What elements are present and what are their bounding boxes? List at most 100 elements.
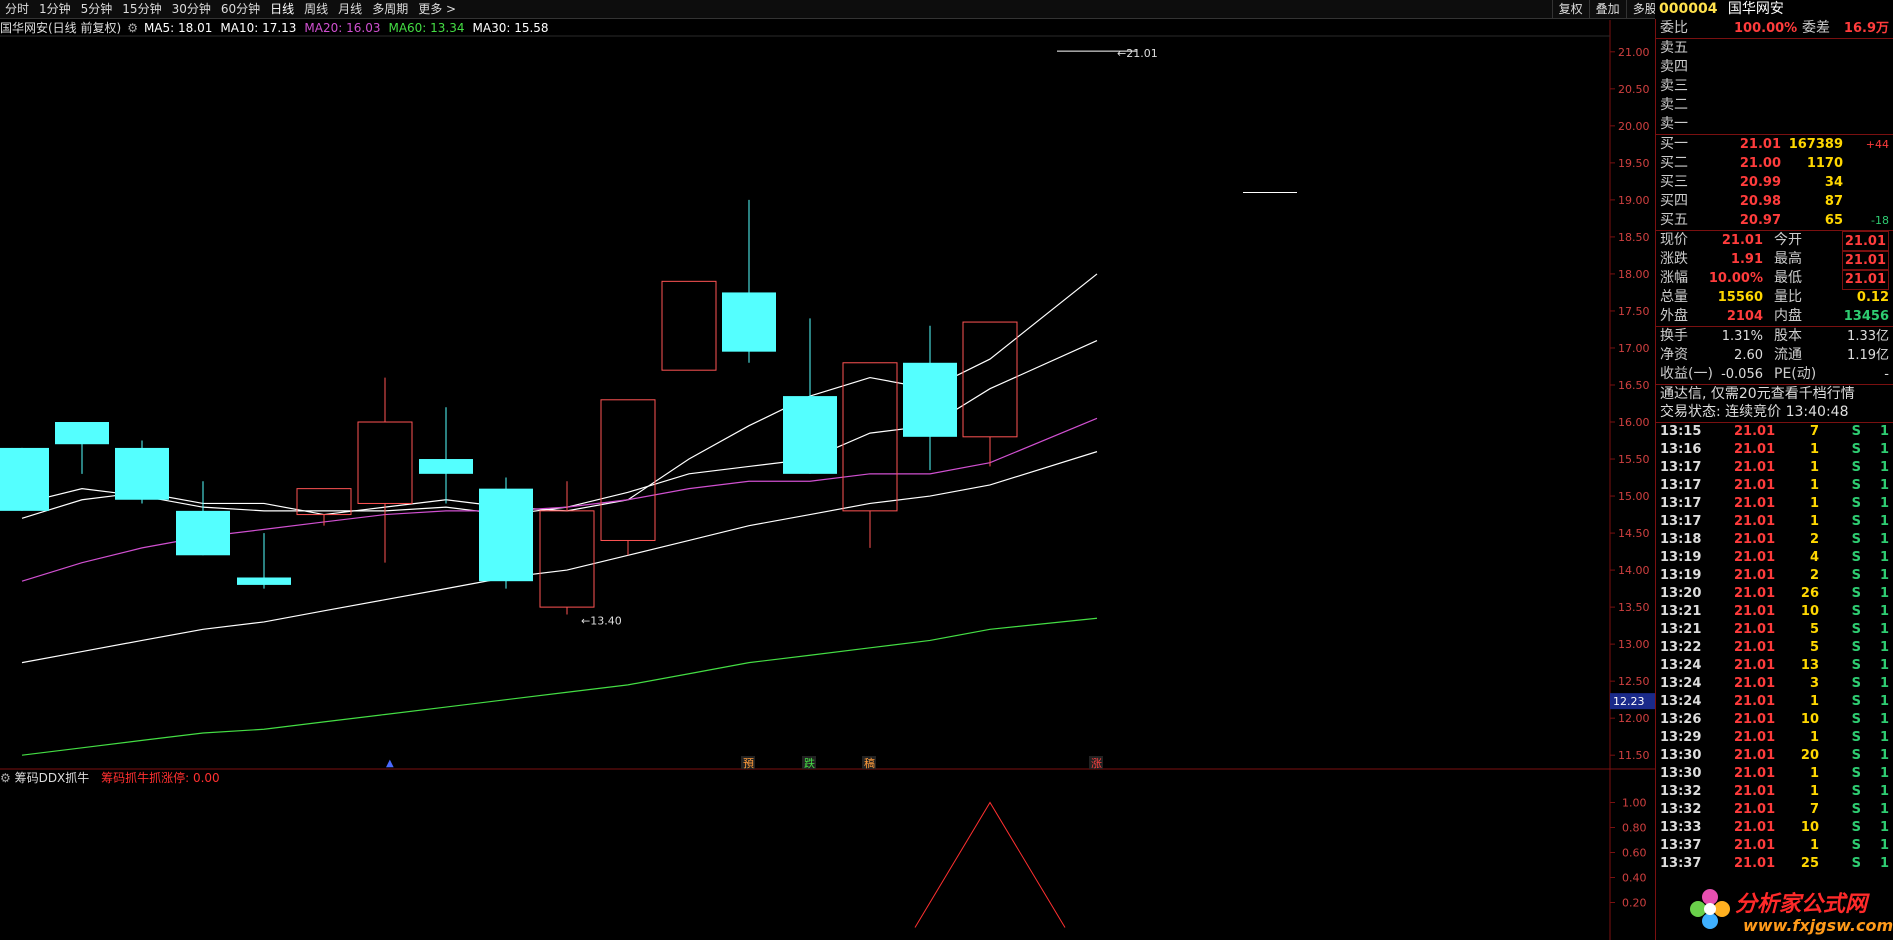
tick-row: 13:18 21.01 2 S 1 (1656, 531, 1893, 549)
tick-row: 13:19 21.01 4 S 1 (1656, 549, 1893, 567)
tick-count: 1 (1879, 460, 1889, 475)
tick-volume: 10 (1800, 604, 1819, 619)
tick-side: S (1851, 802, 1861, 817)
tick-price: 21.01 (1734, 730, 1776, 745)
buy-level[interactable]: 买三 20.99 34 (1656, 173, 1893, 192)
sell-level[interactable]: 卖二 (1656, 96, 1893, 115)
stat-value: 21.01 (1841, 250, 1889, 271)
tick-row: 13:17 21.01 1 S 1 (1656, 495, 1893, 513)
y-tick-label: 14.00 (1618, 564, 1650, 577)
buy-volume: 65 (1824, 213, 1843, 228)
tick-row: 13:24 21.01 13 S 1 (1656, 657, 1893, 675)
stat-value: 21.01 (1841, 231, 1889, 252)
weicha-label: 委差 (1802, 20, 1830, 36)
tick-time: 13:33 (1660, 820, 1702, 835)
tick-time: 13:32 (1660, 802, 1702, 817)
y-tick-label: 16.50 (1618, 379, 1650, 392)
candle (722, 199, 776, 363)
tick-price: 21.01 (1734, 820, 1776, 835)
tick-side: S (1851, 604, 1861, 619)
candle (55, 422, 109, 474)
promo-row[interactable]: 通达信, 仅需20元查看千档行情 (1656, 384, 1893, 403)
tick-time: 13:26 (1660, 712, 1702, 727)
ind-y-tick-label: 1.00 (1622, 797, 1647, 810)
tick-list[interactable]: 13:15 21.01 7 S 1 13:16 21.01 1 S 1 13:17 21.01 1 S 1 1… (1656, 422, 1893, 873)
ma-line-ma30 (21, 451, 1098, 664)
tick-count: 1 (1879, 712, 1889, 727)
candle-body (842, 362, 898, 512)
tick-count: 1 (1879, 748, 1889, 763)
sell-level[interactable]: 卖四 (1656, 58, 1893, 77)
tick-side: S (1851, 532, 1861, 547)
tick-time: 13:22 (1660, 640, 1702, 655)
buy-price: 20.98 (1739, 194, 1781, 209)
stat-value: - (1884, 367, 1889, 382)
tick-count: 1 (1879, 730, 1889, 745)
sell-label: 卖五 (1660, 40, 1688, 56)
promo-text[interactable]: 通达信, 仅需20元查看千档行情 (1660, 385, 1855, 404)
tick-count: 1 (1879, 766, 1889, 781)
tick-price: 21.01 (1734, 604, 1776, 619)
stat-label: 流通 (1774, 347, 1802, 363)
price-annotation: ←13.40 (581, 615, 622, 628)
ind-y-tick-label: 0.20 (1622, 897, 1647, 910)
stat-label: 收益(一) (1660, 366, 1713, 382)
y-tick-label: 17.50 (1618, 305, 1650, 318)
stat-value: 1.33亿 (1847, 329, 1889, 344)
tick-side: S (1851, 694, 1861, 709)
candle-body (419, 459, 473, 474)
signal-label: 涨 (1091, 757, 1102, 770)
tick-row: 13:33 21.01 10 S 1 (1656, 819, 1893, 837)
tick-volume: 5 (1809, 622, 1819, 637)
watermark-line1: 分析家公式网 (1735, 892, 1868, 917)
candle-body (783, 396, 837, 474)
sell-level[interactable]: 卖三 (1656, 77, 1893, 96)
sell-level[interactable]: 卖五 (1656, 39, 1893, 58)
buy-level[interactable]: 买五 20.97 65 -18 (1656, 211, 1893, 230)
y-tick-label: 15.50 (1618, 453, 1650, 466)
buy-level[interactable]: 买四 20.98 87 (1656, 192, 1893, 211)
tick-volume: 1 (1809, 460, 1819, 475)
sell-label: 卖三 (1660, 78, 1688, 94)
tick-count: 1 (1879, 586, 1889, 601)
tick-count: 1 (1879, 640, 1889, 655)
candle (0, 447, 49, 511)
candle (600, 399, 656, 556)
tick-side: S (1851, 640, 1861, 655)
buy-price: 21.01 (1739, 137, 1781, 152)
tick-time: 13:29 (1660, 730, 1702, 745)
candle-body (0, 447, 49, 511)
tick-side: S (1851, 514, 1861, 529)
tick-volume: 1 (1809, 838, 1819, 853)
tick-price: 21.01 (1734, 568, 1776, 583)
buy-volume: 167389 (1788, 137, 1843, 152)
stat-row: 净资 2.60 流通 1.19亿 (1656, 346, 1893, 365)
buy-price: 20.99 (1739, 175, 1781, 190)
y-tick-label: 13.00 (1618, 638, 1650, 651)
buy-level[interactable]: 买二 21.00 1170 (1656, 154, 1893, 173)
sell-level[interactable]: 卖一 (1656, 115, 1893, 134)
tick-side: S (1851, 748, 1861, 763)
buy-level[interactable]: 买一 21.01 167389 +44 (1656, 135, 1893, 154)
tick-volume: 3 (1809, 676, 1819, 691)
stat-label: PE(动) (1774, 366, 1817, 382)
kline-chart[interactable]: 21.00 20.50 20.00 19.50 19.00 18.50 18.00 17.50… (0, 0, 1655, 940)
indicator-settings-icon[interactable]: ⚙ (0, 771, 15, 785)
tick-side: S (1851, 730, 1861, 745)
indicator-name[interactable]: 筹码DDX抓牛 (15, 771, 90, 785)
buy-price: 21.00 (1739, 156, 1781, 171)
stat-label: 内盘 (1774, 308, 1802, 324)
ind-y-tick-label: 0.60 (1622, 847, 1647, 860)
candle-body (237, 577, 291, 585)
stat-value: 10.00% (1708, 271, 1763, 286)
tick-row: 13:32 21.01 7 S 1 (1656, 801, 1893, 819)
signal-label: 稿 (864, 756, 875, 770)
tick-count: 1 (1879, 478, 1889, 493)
stat-row: 外盘 2104 内盘 13456 (1656, 307, 1893, 326)
trade-state: 交易状态: 连续竞价 13:40:48 (1660, 404, 1849, 420)
tick-time: 13:19 (1660, 568, 1702, 583)
tick-price: 21.01 (1734, 586, 1776, 601)
tick-price: 21.01 (1734, 712, 1776, 727)
tick-count: 1 (1879, 784, 1889, 799)
current-price-label: 12.23 (1613, 695, 1645, 708)
